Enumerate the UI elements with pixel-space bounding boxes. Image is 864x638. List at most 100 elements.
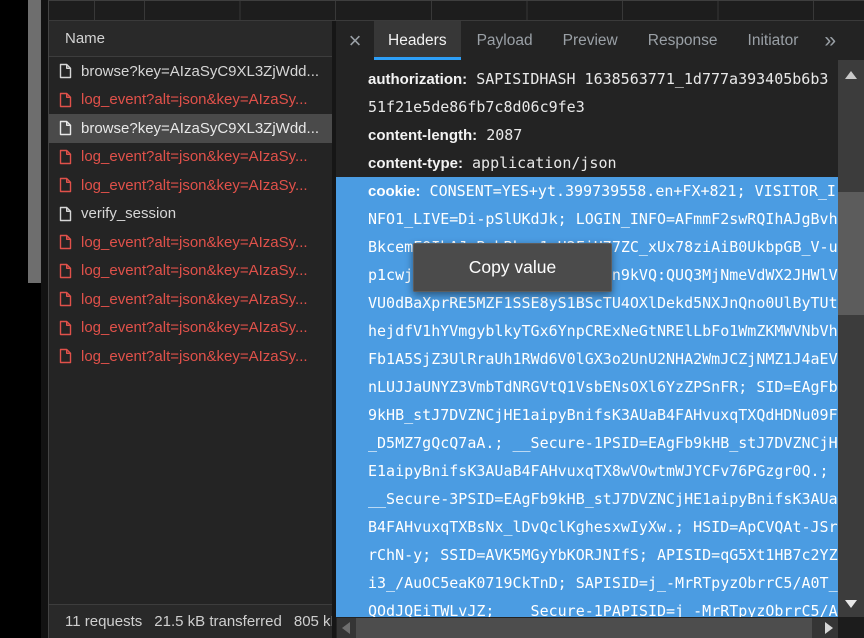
file-icon: [59, 177, 72, 193]
header-value: E1aipyBnifsK3AUaB4FAHvuxqTX8wVOwtmWJYCFv…: [368, 462, 829, 480]
header-line: _D5MZ7gQcQ7aA.; __Secure-1PSID=EAgFb9kHB…: [336, 429, 838, 457]
request-row[interactable]: log_event?alt=json&key=AIzaSy...: [49, 143, 332, 172]
header-name: cookie:: [368, 183, 421, 200]
header-line: hejdfV1hYVmgyblkyTGx6YnpCRExNeGtNRElLbFo…: [336, 317, 838, 345]
devtools-network-panel: Name browse?key=AIzaSyC9XL3ZjWdd... log_e…: [0, 0, 864, 638]
request-name: log_event?alt=json&key=AIzaSy...: [81, 148, 308, 165]
header-line: VU0dBaXprRE5MZF1SSE8yS1BScTU4OXlDekd5NXJ…: [336, 289, 838, 317]
header-line: authorization: SAPISIDHASH 1638563771_1d…: [336, 65, 838, 93]
close-icon[interactable]: ×: [338, 21, 372, 60]
tab-payload[interactable]: Payload: [463, 21, 547, 60]
scroll-down-icon[interactable]: [845, 600, 857, 608]
header-line: i3_/AuOC5eaK0719CkTnD; SAPISID=j_-MrRTpy…: [336, 569, 838, 597]
request-name: log_event?alt=json&key=AIzaSy...: [81, 348, 308, 365]
header-value: rChN-y; SSID=AVK5MGyYbKORJNIfS; APISID=q…: [368, 546, 838, 564]
header-line: nLUJJaUNYZ3VmbTdNRGVtQ1VsbENsOXl6YzZPSnF…: [336, 373, 838, 401]
request-row[interactable]: verify_session: [49, 200, 332, 229]
header-value: hejdfV1hYVmgyblkyTGx6YnpCRExNeGtNRElLbFo…: [368, 322, 838, 340]
header-line: QOdJQEiTWLvJZ; __Secure-1PAPISID=j_-MrRT…: [336, 597, 838, 617]
header-line: content-length: 2087: [336, 121, 838, 149]
request-name: log_event?alt=json&key=AIzaSy...: [81, 291, 308, 308]
request-row[interactable]: log_event?alt=json&key=AIzaSy...: [49, 86, 332, 115]
request-row[interactable]: browse?key=AIzaSyC9XL3ZjWdd...: [49, 57, 332, 86]
request-name: log_event?alt=json&key=AIzaSy...: [81, 262, 308, 279]
request-row[interactable]: log_event?alt=json&key=AIzaSy...: [49, 285, 332, 314]
header-value: VU0dBaXprRE5MZF1SSE8yS1BScTU4OXlDekd5NXJ…: [368, 294, 838, 312]
requests-panel: Name browse?key=AIzaSyC9XL3ZjWdd... log_e…: [48, 21, 332, 638]
header-value: __Secure-3PSID=EAgFb9kHB_stJ7DVZNCjHE1ai…: [368, 490, 838, 508]
request-name: log_event?alt=json&key=AIzaSy...: [81, 177, 308, 194]
file-icon: [59, 120, 72, 136]
request-row[interactable]: log_event?alt=json&key=AIzaSy...: [49, 171, 332, 200]
file-icon: [59, 149, 72, 165]
vertical-scrollbar[interactable]: [838, 60, 864, 617]
network-overview-strip: [48, 0, 864, 21]
request-name: log_event?alt=json&key=AIzaSy...: [81, 319, 308, 336]
header-line: 51f21e5de86fb7c8d06c9fe3: [336, 93, 838, 121]
header-value: i3_/AuOC5eaK0719CkTnD; SAPISID=j_-MrRTpy…: [368, 574, 838, 592]
file-icon: [59, 63, 72, 79]
detail-tabs: HeadersPayloadPreviewResponseInitiator: [372, 21, 812, 60]
header-line: B4FAHvuxqTXBsNx_lDvQclKghesxwIyXw.; HSID…: [336, 513, 838, 541]
request-list: browse?key=AIzaSyC9XL3ZjWdd... log_event?…: [49, 57, 332, 371]
header-line: content-type: application/json: [336, 149, 838, 177]
headers-view: authorization: SAPISIDHASH 1638563771_1d…: [336, 60, 838, 617]
header-name: content-type:: [368, 155, 463, 172]
header-line: __Secure-3PSID=EAgFb9kHB_stJ7DVZNCjHE1ai…: [336, 485, 838, 513]
request-row[interactable]: log_event?alt=json&key=AIzaSy...: [49, 257, 332, 286]
request-row[interactable]: log_event?alt=json&key=AIzaSy...: [49, 314, 332, 343]
file-icon: [59, 320, 72, 336]
network-status-bar: 11 requests 21.5 kB transferred 805 kB r…: [49, 604, 332, 638]
header-line: Fb1A5SjZ3UlRraUh1RWd6V0lGX3o2UnU2NHA2WmJ…: [336, 345, 838, 373]
resources-size: 805 kB resources: [294, 613, 332, 630]
transferred-size: 21.5 kB transferred: [154, 613, 282, 630]
file-icon: [59, 234, 72, 250]
more-tabs-icon[interactable]: »: [812, 21, 848, 60]
background-scrollbar-thumb[interactable]: [28, 0, 41, 283]
horizontal-scrollbar-thumb[interactable]: [356, 618, 812, 638]
header-value: CONSENT=YES+yt.399739558.en+FX+821; VISI…: [430, 182, 836, 200]
background-gutter: [41, 0, 48, 638]
file-icon: [59, 263, 72, 279]
request-name: log_event?alt=json&key=AIzaSy...: [81, 234, 308, 251]
header-line: E1aipyBnifsK3AUaB4FAHvuxqTX8wVOwtmWJYCFv…: [336, 457, 838, 485]
header-value: 9kHB_stJ7DVZNCjHE1aipyBnifsK3AUaB4FAHvux…: [368, 406, 838, 424]
header-value: SAPISIDHASH 1638563771_1d777a393405b6b3: [476, 70, 828, 88]
header-value: QOdJQEiTWLvJZ; __Secure-1PAPISID=j_-MrRT…: [368, 602, 838, 617]
copy-value-menu-item[interactable]: Copy value: [413, 243, 612, 292]
header-name: content-length:: [368, 127, 477, 144]
tab-headers[interactable]: Headers: [374, 21, 461, 60]
scroll-left-icon[interactable]: [342, 622, 350, 634]
horizontal-scrollbar[interactable]: [337, 618, 838, 638]
file-icon: [59, 291, 72, 307]
header-value: 2087: [486, 126, 522, 144]
tab-initiator[interactable]: Initiator: [734, 21, 813, 60]
file-icon: [59, 348, 72, 364]
request-row[interactable]: log_event?alt=json&key=AIzaSy...: [49, 342, 332, 371]
request-row[interactable]: browse?key=AIzaSyC9XL3ZjWdd...: [49, 114, 332, 143]
header-name: authorization:: [368, 71, 467, 88]
scroll-right-icon[interactable]: [825, 622, 833, 634]
detail-tabs-row: × HeadersPayloadPreviewResponseInitiator…: [336, 21, 864, 60]
request-row[interactable]: log_event?alt=json&key=AIzaSy...: [49, 228, 332, 257]
scroll-up-icon[interactable]: [845, 71, 857, 79]
file-icon: [59, 92, 72, 108]
header-line: NFO1_LIVE=Di-pSlUKdJk; LOGIN_INFO=AFmmF2…: [336, 205, 838, 233]
request-count: 11 requests: [65, 613, 142, 630]
header-line: 9kHB_stJ7DVZNCjHE1aipyBnifsK3AUaB4FAHvux…: [336, 401, 838, 429]
tab-preview[interactable]: Preview: [549, 21, 632, 60]
header-value: _D5MZ7gQcQ7aA.; __Secure-1PSID=EAgFb9kHB…: [368, 434, 838, 452]
header-line: cookie: CONSENT=YES+yt.399739558.en+FX+8…: [336, 177, 838, 205]
header-value: B4FAHvuxqTXBsNx_lDvQclKghesxwIyXw.; HSID…: [368, 518, 838, 536]
header-value: Fb1A5SjZ3UlRraUh1RWd6V0lGX3o2UnU2NHA2WmJ…: [368, 350, 838, 368]
name-column-header[interactable]: Name: [49, 21, 332, 57]
file-icon: [59, 206, 72, 222]
request-name: verify_session: [81, 205, 176, 222]
vertical-scrollbar-thumb[interactable]: [838, 192, 864, 315]
request-name: browse?key=AIzaSyC9XL3ZjWdd...: [81, 120, 319, 137]
tab-response[interactable]: Response: [634, 21, 732, 60]
request-name: browse?key=AIzaSyC9XL3ZjWdd...: [81, 63, 319, 80]
header-value: nLUJJaUNYZ3VmbTdNRGVtQ1VsbENsOXl6YzZPSnF…: [368, 378, 838, 396]
header-value: application/json: [472, 154, 617, 172]
header-value: NFO1_LIVE=Di-pSlUKdJk; LOGIN_INFO=AFmmF2…: [368, 210, 838, 228]
